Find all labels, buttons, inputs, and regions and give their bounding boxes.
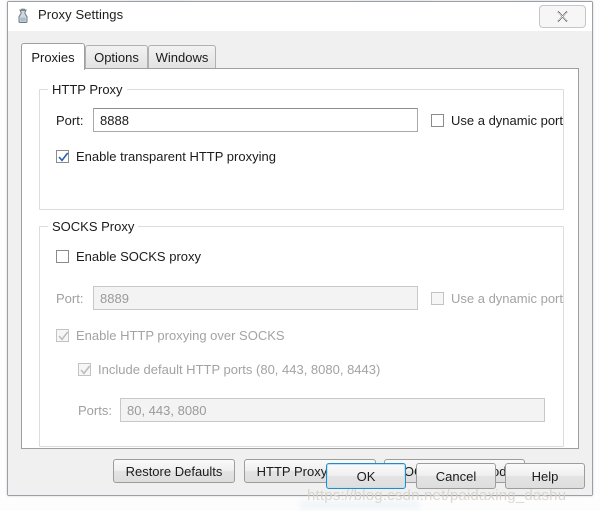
checkbox-label: Enable HTTP proxying over SOCKS — [76, 328, 285, 343]
http-port-label: Port: — [56, 113, 84, 128]
checkbox-box — [431, 292, 444, 305]
include-default-http-ports-checkbox[interactable]: Include default HTTP ports (80, 443, 808… — [78, 362, 380, 377]
socks-use-dynamic-port-checkbox[interactable]: Use a dynamic port — [431, 291, 563, 306]
socks-proxy-group: SOCKS Proxy Enable SOCKS proxy Port: 888… — [39, 219, 564, 447]
http-use-dynamic-port-checkbox[interactable]: Use a dynamic port — [431, 113, 563, 128]
checkbox-label: Enable transparent HTTP proxying — [76, 149, 276, 164]
ok-button[interactable]: OK — [326, 463, 406, 489]
screen: Proxy Settings Proxies Options Windows H… — [0, 0, 600, 511]
checkbox-label: Enable SOCKS proxy — [76, 249, 202, 264]
tab-options[interactable]: Options — [85, 45, 148, 69]
button-label: Help — [531, 468, 559, 484]
window-title: Proxy Settings — [38, 7, 124, 22]
help-button[interactable]: Help — [505, 463, 585, 489]
checkmark-icon — [58, 331, 69, 341]
socks-ports-value: 80, 443, 8080 — [127, 402, 207, 418]
tab-strip: Proxies Options Windows — [21, 43, 579, 70]
checkbox-label: Include default HTTP ports (80, 443, 808… — [98, 362, 381, 377]
checkbox-box — [56, 329, 69, 342]
socks-port-input[interactable]: 8889 — [93, 286, 418, 310]
checkbox-label: Use a dynamic port — [451, 113, 563, 128]
checkmark-icon — [58, 152, 69, 162]
socks-proxy-group-title: SOCKS Proxy — [48, 219, 139, 234]
proxy-settings-dialog: Proxy Settings Proxies Options Windows H… — [7, 1, 593, 496]
socks-ports-label: Ports: — [78, 403, 112, 418]
socks-port-label: Port: — [56, 291, 84, 306]
restore-defaults-button[interactable]: Restore Defaults — [113, 459, 235, 483]
tab-proxies[interactable]: Proxies — [21, 43, 85, 70]
checkmark-icon — [80, 365, 91, 375]
checkbox-box — [56, 150, 69, 163]
button-label: Cancel — [435, 468, 477, 484]
socks-port-value: 8889 — [100, 290, 129, 306]
enable-http-proxying-over-socks-checkbox[interactable]: Enable HTTP proxying over SOCKS — [56, 328, 285, 343]
enable-transparent-http-proxying-checkbox[interactable]: Enable transparent HTTP proxying — [56, 149, 276, 164]
tab-label: Windows — [155, 50, 209, 65]
close-button[interactable] — [539, 5, 586, 28]
checkbox-label: Use a dynamic port — [451, 291, 563, 306]
button-label: Restore Defaults — [125, 463, 223, 479]
checkbox-box — [56, 250, 69, 263]
button-label: OK — [356, 468, 376, 484]
tab-windows[interactable]: Windows — [148, 45, 216, 69]
tab-label: Options — [94, 50, 139, 65]
cancel-button[interactable]: Cancel — [416, 463, 496, 489]
http-proxy-group: HTTP Proxy Port: 8888 Use a dynamic port — [39, 82, 564, 210]
close-icon — [556, 10, 569, 23]
checkbox-box — [78, 363, 91, 376]
http-port-value: 8888 — [100, 112, 129, 128]
fiddler-jar-icon — [15, 8, 31, 24]
http-proxy-group-title: HTTP Proxy — [48, 82, 127, 97]
socks-ports-input[interactable]: 80, 443, 8080 — [120, 398, 545, 422]
enable-socks-proxy-checkbox[interactable]: Enable SOCKS proxy — [56, 249, 201, 264]
dialog-client-area: Proxies Options Windows HTTP Proxy Port:… — [8, 31, 592, 495]
tab-label: Proxies — [31, 49, 75, 65]
checkbox-box — [431, 114, 444, 127]
http-port-input[interactable]: 8888 — [93, 108, 418, 132]
proxies-tab-page: HTTP Proxy Port: 8888 Use a dynamic port — [21, 68, 579, 483]
title-bar: Proxy Settings — [8, 2, 592, 32]
backdrop-artifact — [300, 500, 420, 510]
